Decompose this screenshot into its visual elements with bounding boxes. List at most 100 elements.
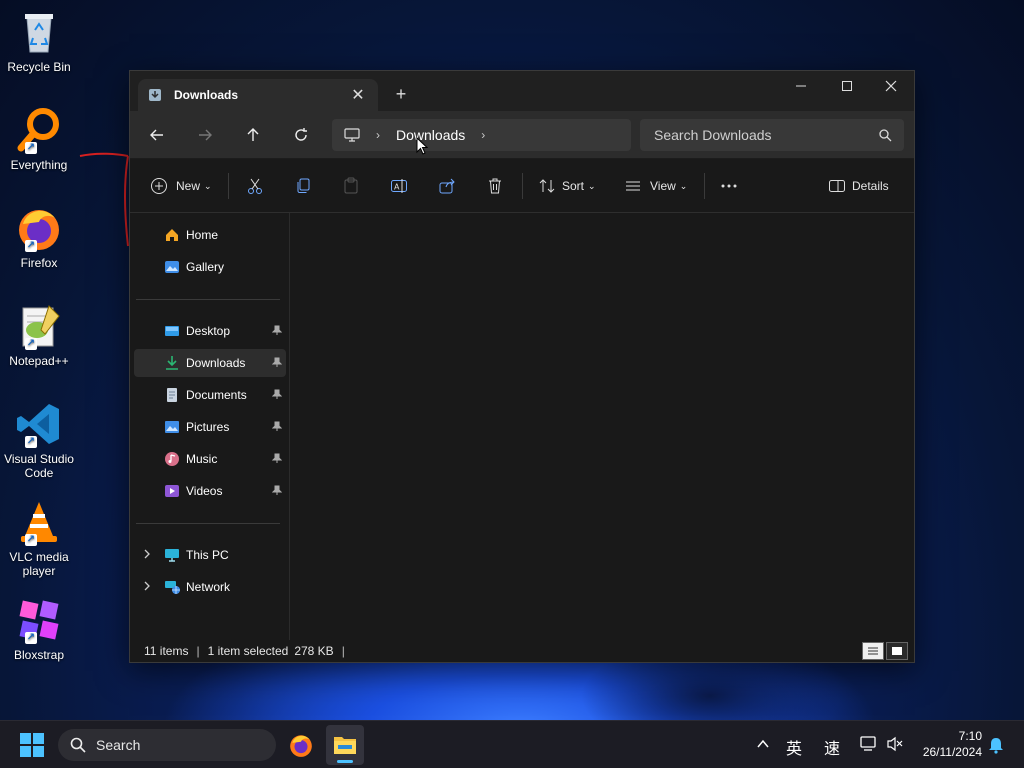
refresh-button[interactable]: [286, 121, 316, 149]
desktop-icon-label: Firefox: [20, 256, 58, 270]
share-button[interactable]: [438, 173, 456, 199]
chevron-right-icon[interactable]: [142, 549, 152, 559]
close-button[interactable]: [868, 71, 914, 101]
sidebar-item-music[interactable]: Music: [134, 445, 286, 473]
view-button[interactable]: View ⌄: [624, 173, 687, 199]
everything-search-icon: ↗: [15, 106, 63, 154]
sidebar-item-downloads[interactable]: Downloads: [134, 349, 286, 377]
sidebar-item-this-pc[interactable]: This PC: [134, 541, 286, 569]
view-toggle-group: [860, 642, 908, 660]
clock[interactable]: 7:10 26/11/2024: [910, 728, 982, 760]
sidebar-item-videos[interactable]: Videos: [134, 477, 286, 505]
more-options-button[interactable]: [720, 173, 738, 199]
firefox-icon: [290, 735, 312, 757]
sidebar-item-desktop[interactable]: Desktop: [134, 317, 286, 345]
file-explorer-window: Downloads ✕ + › Downloads › Search Downl…: [129, 70, 915, 663]
search-icon: [879, 129, 892, 142]
arrow-left-icon: [150, 129, 163, 141]
sidebar-item-documents[interactable]: Documents: [134, 381, 286, 409]
tab-downloads[interactable]: Downloads ✕: [138, 79, 378, 111]
details-button[interactable]: Details: [828, 173, 889, 199]
firefox-icon: ↗: [15, 204, 63, 252]
sort-button[interactable]: Sort ⌄: [538, 173, 596, 199]
details-view-icon: [868, 647, 878, 655]
ime-mode-indicator[interactable]: 速: [824, 735, 840, 759]
desktop-icon-firefox[interactable]: ↗ Firefox: [2, 204, 76, 270]
tiles-view-button[interactable]: [886, 642, 908, 660]
desktop-icon-notepad-plus-plus[interactable]: ↗ Notepad++: [2, 302, 76, 368]
vscode-icon: ↗: [15, 400, 63, 448]
maximize-button[interactable]: [824, 71, 870, 101]
sidebar-item-home[interactable]: Home: [134, 221, 286, 249]
chevron-right-icon[interactable]: [142, 581, 152, 591]
explorer-tab-icon: [149, 89, 161, 101]
desktop-icon-vscode[interactable]: ↗ Visual Studio Code: [2, 400, 76, 480]
sidebar-item-gallery[interactable]: Gallery: [134, 253, 286, 281]
tab-close-icon[interactable]: ✕: [348, 85, 368, 105]
recycle-bin-icon: [15, 8, 63, 56]
pin-icon[interactable]: [272, 421, 282, 431]
windows-start-icon: [20, 733, 44, 757]
desktop-icon-recycle-bin[interactable]: Recycle Bin: [2, 8, 76, 74]
sidebar-item-label: Pictures: [186, 420, 230, 434]
desktop-icon-bloxstrap[interactable]: ↗ Bloxstrap: [2, 596, 76, 662]
desktop-icon-everything[interactable]: ↗ Everything: [2, 106, 76, 172]
sidebar-item-label: Desktop: [186, 324, 231, 338]
network-status-button[interactable]: [860, 735, 880, 756]
clock-time: 7:10: [958, 729, 982, 743]
sidebar-item-network[interactable]: Network: [134, 573, 286, 601]
taskbar-file-explorer-button[interactable]: [326, 725, 364, 765]
file-list-area[interactable]: [290, 213, 914, 641]
search-input[interactable]: Search Downloads: [640, 119, 904, 151]
monitor-icon: [344, 128, 360, 142]
sidebar-item-pictures[interactable]: Pictures: [134, 413, 286, 441]
paste-button[interactable]: [342, 173, 360, 199]
sidebar-item-label: Downloads: [186, 356, 246, 370]
taskbar-search-box[interactable]: Search: [58, 729, 276, 761]
search-icon: [70, 737, 86, 753]
details-pane-icon: [829, 180, 845, 192]
volume-button[interactable]: [886, 736, 904, 755]
taskbar-firefox-button[interactable]: [288, 732, 314, 761]
address-bar: › Downloads › Search Downloads: [130, 111, 914, 159]
bell-icon: [989, 738, 1003, 754]
notifications-button[interactable]: [988, 736, 1004, 757]
ime-language-indicator[interactable]: 英: [786, 735, 802, 759]
address-path-box[interactable]: › Downloads ›: [332, 119, 631, 151]
active-app-indicator: [337, 760, 353, 763]
copy-button[interactable]: [294, 173, 312, 199]
show-hidden-icons-button[interactable]: [756, 737, 770, 754]
toolbar-divider: [522, 173, 523, 199]
sort-label: Sort: [562, 179, 585, 193]
delete-button[interactable]: [486, 173, 504, 199]
up-button[interactable]: [238, 121, 268, 149]
shortcut-arrow-icon: ↗: [25, 240, 37, 252]
minimize-button[interactable]: [778, 71, 824, 101]
shortcut-arrow-icon: ↗: [25, 534, 37, 546]
details-view-button[interactable]: [862, 642, 884, 660]
downloads-folder-icon: [166, 356, 178, 370]
maximize-icon: [842, 81, 852, 91]
pin-icon[interactable]: [272, 453, 282, 463]
forward-button[interactable]: [190, 121, 220, 149]
shortcut-arrow-icon: ↗: [25, 142, 37, 154]
desktop-icon-vlc[interactable]: ↗ VLC media player: [2, 498, 76, 578]
pin-icon[interactable]: [272, 357, 282, 367]
pin-icon[interactable]: [272, 389, 282, 399]
shortcut-arrow-icon: ↗: [25, 338, 37, 350]
pin-icon[interactable]: [272, 325, 282, 335]
new-button[interactable]: New ⌄: [150, 173, 212, 199]
sidebar-item-label: Music: [186, 452, 218, 466]
back-button[interactable]: [142, 121, 172, 149]
rename-button[interactable]: A: [390, 173, 408, 199]
pin-icon[interactable]: [272, 485, 282, 495]
desktop-icon-label: Bloxstrap: [13, 648, 65, 662]
status-size: 278 KB: [294, 644, 334, 658]
new-tab-button[interactable]: +: [390, 83, 412, 105]
breadcrumb-chevron-icon[interactable]: ›: [481, 128, 485, 142]
start-button[interactable]: [20, 733, 44, 760]
breadcrumb-chevron-icon[interactable]: ›: [376, 128, 380, 142]
breadcrumb-downloads[interactable]: Downloads: [396, 127, 465, 143]
cut-button[interactable]: [246, 173, 264, 199]
title-bar: Downloads ✕ +: [130, 71, 914, 111]
